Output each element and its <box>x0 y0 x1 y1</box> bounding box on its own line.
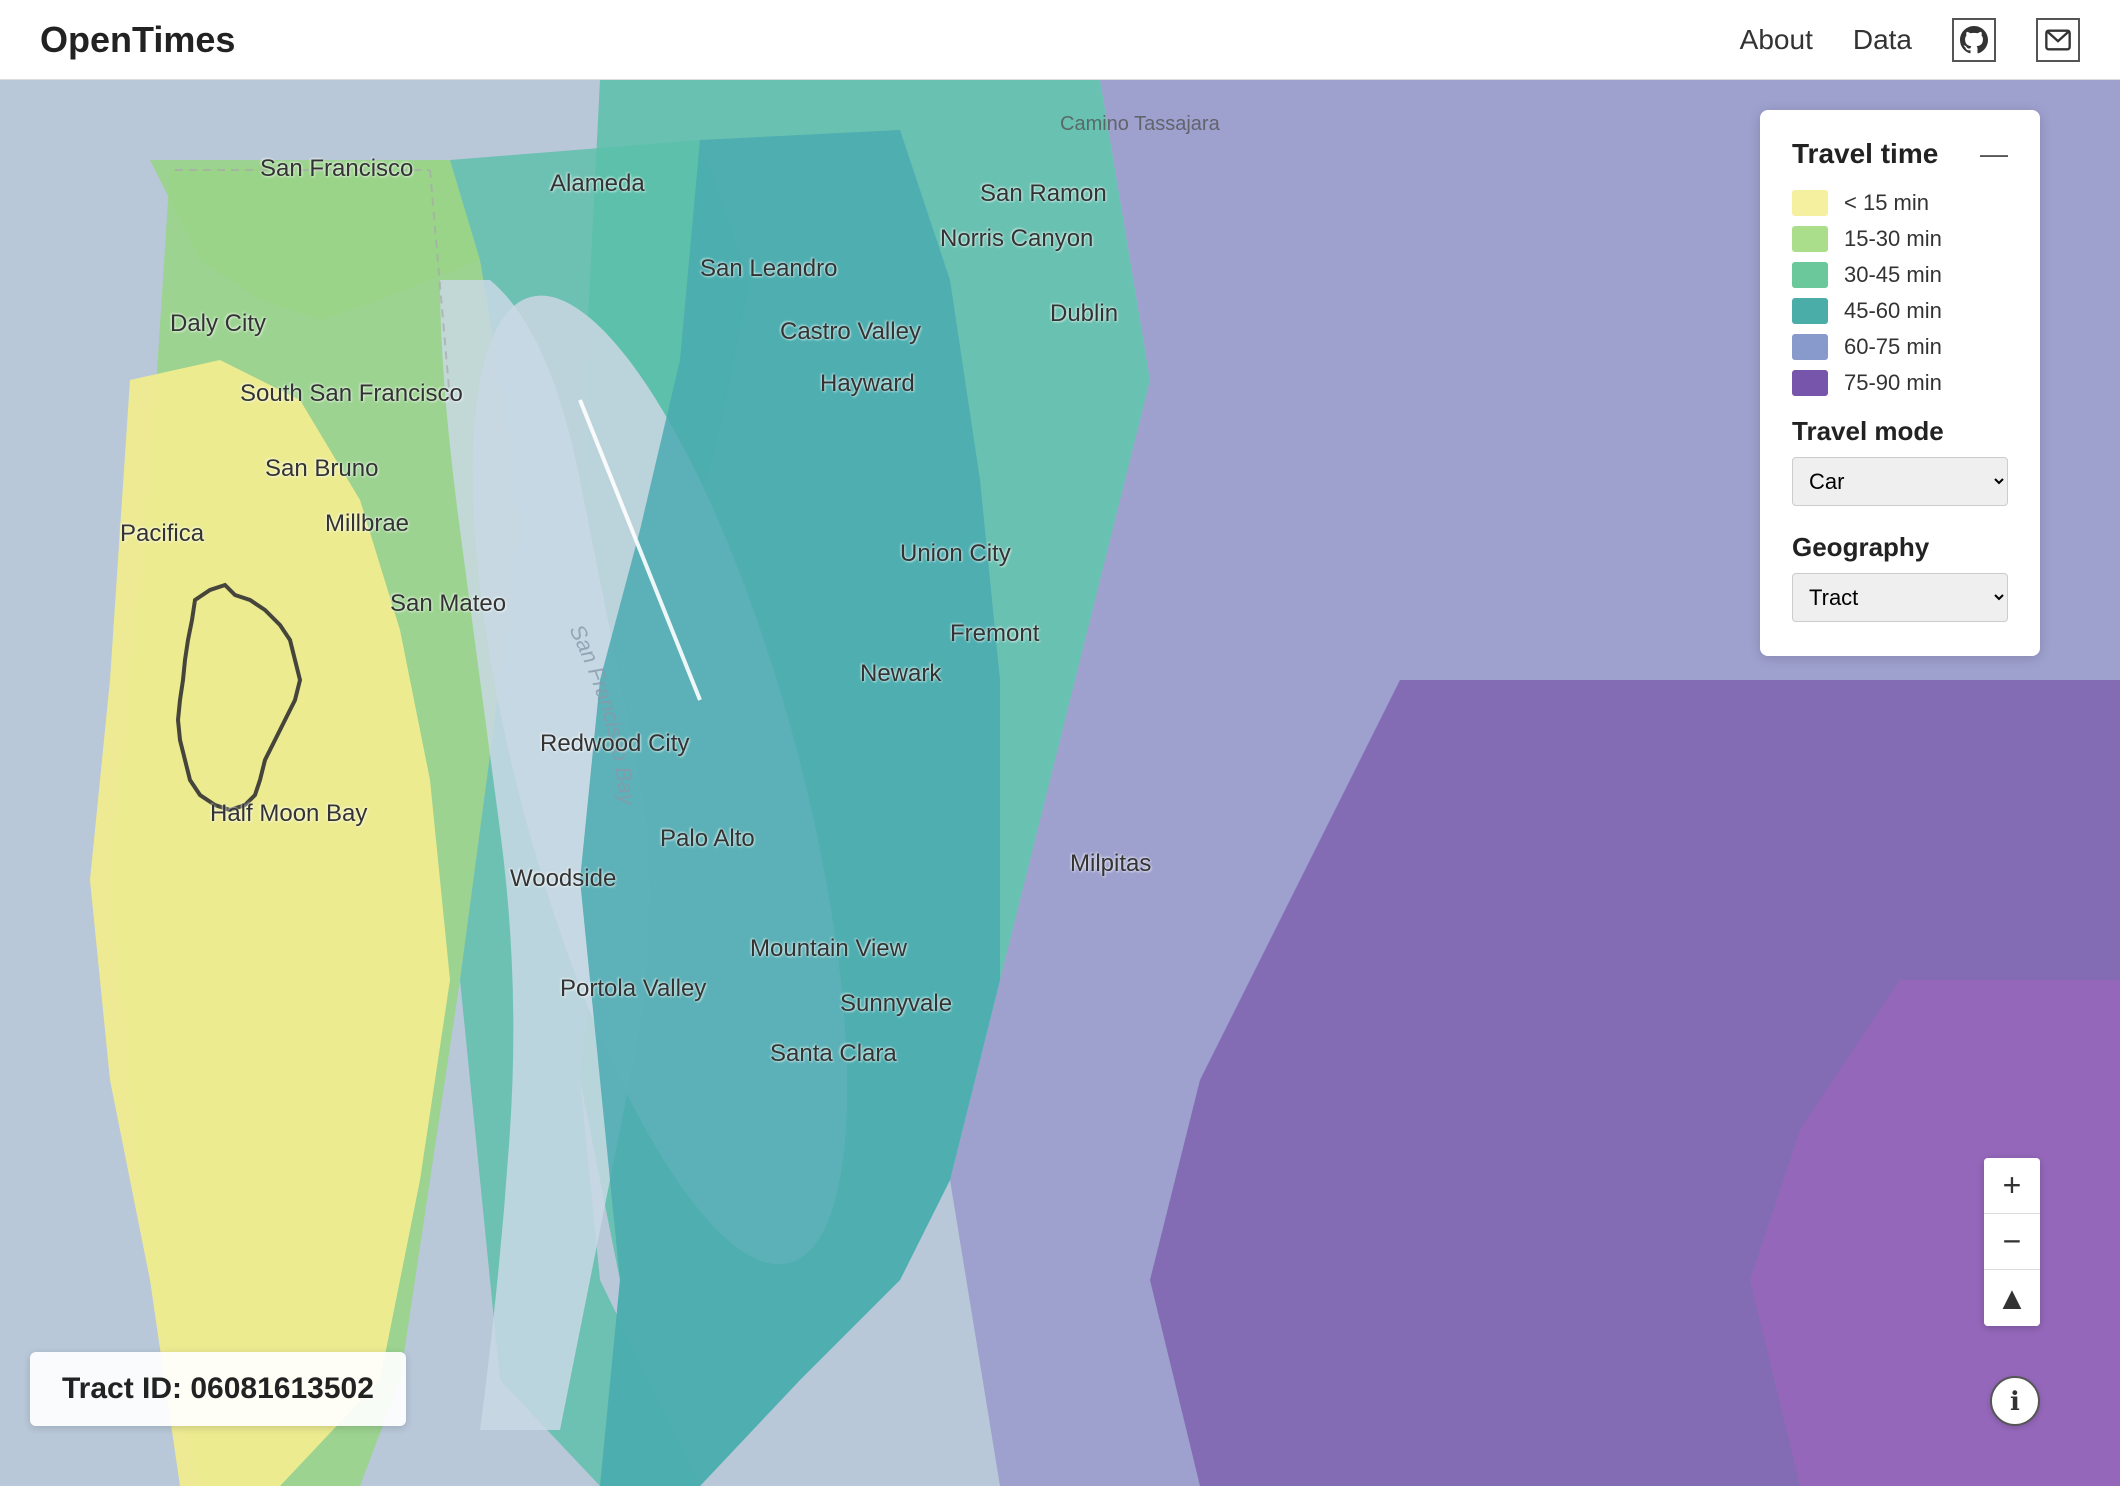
email-icon[interactable] <box>2036 18 2080 62</box>
geography-label: Geography <box>1792 532 2008 563</box>
legend-item-label: 30-45 min <box>1844 262 1942 288</box>
app-logo: OpenTimes <box>40 19 235 61</box>
zoom-controls: + − ▲ <box>1984 1158 2040 1326</box>
legend-item-label: 60-75 min <box>1844 334 1942 360</box>
geography-select[interactable]: Tract County ZIP Code <box>1792 573 2008 622</box>
legend-swatch <box>1792 370 1828 396</box>
legend-item: 30-45 min <box>1792 262 2008 288</box>
legend-item: 15-30 min <box>1792 226 2008 252</box>
legend-items: < 15 min 15-30 min 30-45 min 45-60 min 60-75… <box>1792 190 2008 396</box>
about-link[interactable]: About <box>1740 24 1813 56</box>
travel-mode-select[interactable]: Car Transit Walk Bike <box>1792 457 2008 506</box>
legend-item-label: < 15 min <box>1844 190 1929 216</box>
legend-panel: Travel time — < 15 min 15-30 min 30-45 min… <box>1760 110 2040 656</box>
legend-swatch <box>1792 190 1828 216</box>
legend-item-label: 15-30 min <box>1844 226 1942 252</box>
legend-swatch <box>1792 262 1828 288</box>
github-icon[interactable] <box>1952 18 1996 62</box>
legend-item: 60-75 min <box>1792 334 2008 360</box>
legend-title: Travel time <box>1792 138 1938 170</box>
legend-item: 75-90 min <box>1792 370 2008 396</box>
data-link[interactable]: Data <box>1853 24 1912 56</box>
header: OpenTimes About Data <box>0 0 2120 80</box>
legend-item-label: 75-90 min <box>1844 370 1942 396</box>
zoom-out-button[interactable]: − <box>1984 1214 2040 1270</box>
legend-collapse-btn[interactable]: — <box>1980 140 2008 168</box>
legend-swatch <box>1792 334 1828 360</box>
info-button[interactable]: ℹ <box>1990 1376 2040 1426</box>
legend-item: < 15 min <box>1792 190 2008 216</box>
legend-swatch <box>1792 226 1828 252</box>
legend-swatch <box>1792 298 1828 324</box>
legend-item: 45-60 min <box>1792 298 2008 324</box>
legend-item-label: 45-60 min <box>1844 298 1942 324</box>
tract-id-badge: Tract ID: 06081613502 <box>30 1352 406 1426</box>
zoom-reset-button[interactable]: ▲ <box>1984 1270 2040 1326</box>
info-icon: ℹ <box>2010 1386 2020 1417</box>
legend-header: Travel time — <box>1792 138 2008 170</box>
zoom-in-button[interactable]: + <box>1984 1158 2040 1214</box>
svg-text:Camino Tassajara: Camino Tassajara <box>1060 113 1221 135</box>
nav-bar: About Data <box>1740 18 2080 62</box>
travel-mode-label: Travel mode <box>1792 416 2008 447</box>
